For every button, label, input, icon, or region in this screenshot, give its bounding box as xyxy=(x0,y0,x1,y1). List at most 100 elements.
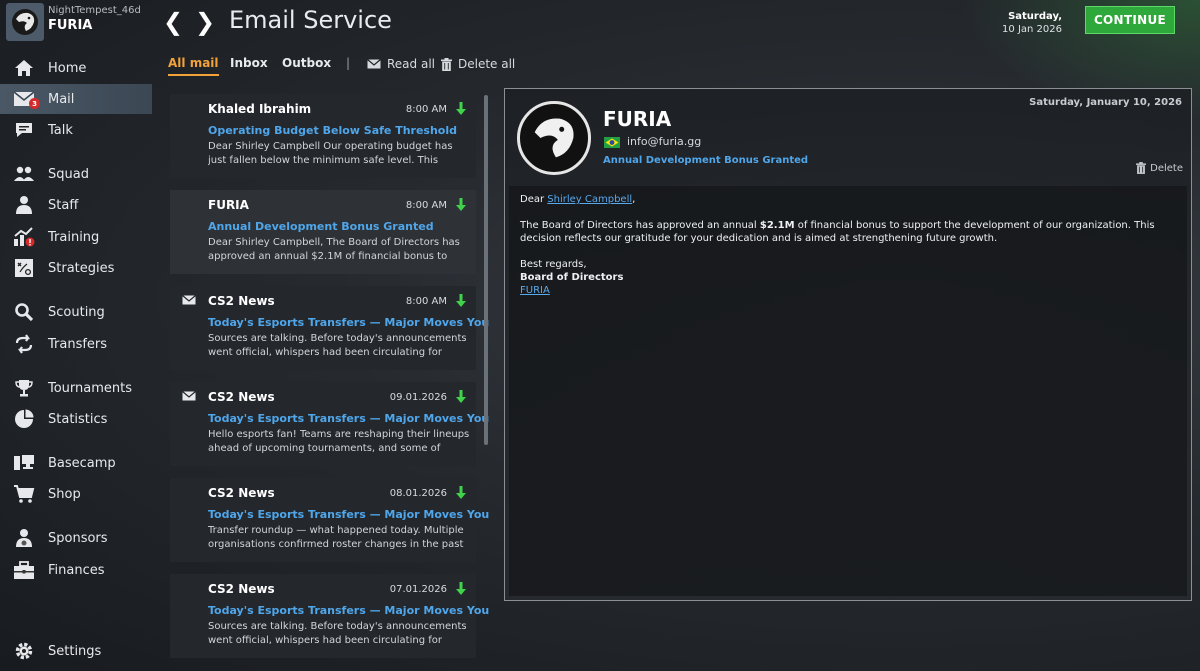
sidebar-item-home[interactable]: Home xyxy=(0,53,152,83)
mail-item[interactable]: CS2 News 07.01.2026 Today's Esports Tran… xyxy=(170,574,489,658)
delete-label: Delete xyxy=(1150,162,1183,174)
sidebar-item-basecamp[interactable]: Basecamp xyxy=(0,448,152,478)
trash-icon xyxy=(441,57,452,71)
gear-icon xyxy=(13,640,35,662)
squad-icon xyxy=(13,163,35,185)
delete-all-label: Delete all xyxy=(458,57,516,71)
sidebar-item-mail[interactable]: 3 Mail xyxy=(0,84,152,114)
mail-preview: Transfer roundup — what happened today. … xyxy=(208,525,464,550)
mail-subject: Today's Esports Transfers — Major Moves … xyxy=(208,604,490,617)
reader-date: Saturday, January 10, 2026 xyxy=(1029,97,1182,108)
mail-item[interactable]: CS2 News 08.01.2026 Today's Esports Tran… xyxy=(170,478,489,562)
sidebar-item-settings[interactable]: Settings xyxy=(0,636,152,666)
sidebar-item-squad[interactable]: Squad xyxy=(0,159,152,189)
brazil-flag-icon xyxy=(604,137,620,148)
game-date-full: 10 Jan 2026 xyxy=(1002,24,1062,35)
sidebar-item-strategies[interactable]: Strategies xyxy=(0,253,152,283)
sidebar-item-talk[interactable]: Talk xyxy=(0,115,152,145)
strategy-board-icon xyxy=(13,257,35,279)
cart-icon xyxy=(13,483,35,505)
mail-reader: FURIA info@furia.gg Annual Development B… xyxy=(504,88,1192,601)
mail-time: 8:00 AM xyxy=(405,296,447,307)
sidebar-item-staff[interactable]: Staff xyxy=(0,190,152,220)
mail-time: 8:00 AM xyxy=(405,200,447,211)
forward-arrow-icon[interactable]: ❯ xyxy=(195,8,215,36)
sidebar-item-tournaments[interactable]: Tournaments xyxy=(0,373,152,403)
trash-icon xyxy=(1136,162,1147,174)
club-logo[interactable] xyxy=(6,3,44,41)
sidebar-item-label: Mail xyxy=(48,91,75,107)
home-icon xyxy=(13,57,35,79)
recipient-link[interactable]: Shirley Campbell xyxy=(547,194,632,205)
delete-all-button[interactable]: Delete all xyxy=(441,57,515,71)
delete-button[interactable]: Delete xyxy=(1136,162,1183,174)
mail-time: 8:00 AM xyxy=(405,104,447,115)
trophy-icon xyxy=(13,377,35,399)
unread-arrow-icon xyxy=(456,102,466,115)
sidebar-item-label: Finances xyxy=(48,562,105,578)
mail-subject: Today's Esports Transfers — Major Moves … xyxy=(208,508,490,521)
signature-link[interactable]: FURIA xyxy=(520,284,1176,297)
tab-outbox[interactable]: Outbox xyxy=(282,56,331,70)
sidebar-item-label: Strategies xyxy=(48,260,115,276)
body-before: The Board of Directors has approved an a… xyxy=(520,220,760,231)
back-arrow-icon[interactable]: ❮ xyxy=(163,8,183,36)
briefcase-icon xyxy=(13,559,35,581)
mail-sender: Khaled Ibrahim xyxy=(208,102,312,116)
sidebar-item-transfers[interactable]: Transfers xyxy=(0,329,152,359)
tab-inbox[interactable]: Inbox xyxy=(230,56,268,70)
mail-sender: CS2 News xyxy=(208,390,275,404)
mail-subject: Today's Esports Transfers — Major Moves … xyxy=(208,316,490,329)
signature-title: Board of Directors xyxy=(520,272,624,283)
tab-separator: | xyxy=(346,56,351,70)
mail-item[interactable]: CS2 News 8:00 AM Today's Esports Transfe… xyxy=(170,286,489,370)
mail-time: 07.01.2026 xyxy=(389,584,447,595)
pie-chart-icon xyxy=(13,408,35,430)
mail-preview: Hello esports fan! Teams are reshaping t… xyxy=(208,429,470,454)
reader-subject: Annual Development Bonus Granted xyxy=(603,155,809,166)
sidebar-item-label: Statistics xyxy=(48,411,108,427)
read-all-button[interactable]: Read all xyxy=(367,57,435,71)
sidebar-item-label: Home xyxy=(48,60,87,76)
mail-sender: CS2 News xyxy=(208,294,275,308)
tab-all-mail[interactable]: All mail xyxy=(168,56,219,76)
mail-time: 09.01.2026 xyxy=(389,392,447,403)
sidebar-item-training[interactable]: Training xyxy=(0,222,152,252)
reader-sender: FURIA xyxy=(603,107,672,131)
sidebar-item-label: Sponsors xyxy=(48,530,108,546)
sponsor-icon xyxy=(13,527,35,549)
sidebar-item-shop[interactable]: Shop xyxy=(0,479,152,509)
sidebar: Home 3 Mail Talk Squad Staff Training St… xyxy=(0,52,152,671)
sidebar-item-finances[interactable]: Finances xyxy=(0,555,152,585)
sidebar-item-statistics[interactable]: Statistics xyxy=(0,404,152,434)
staff-icon xyxy=(13,194,35,216)
sidebar-item-label: Training xyxy=(48,229,100,245)
sidebar-item-label: Staff xyxy=(48,197,79,213)
sidebar-item-sponsors[interactable]: Sponsors xyxy=(0,523,152,553)
mail-preview: Sources are talking. Before today's anno… xyxy=(208,621,467,646)
greeting-prefix: Dear xyxy=(520,194,548,205)
chat-icon xyxy=(13,119,35,141)
sidebar-item-label: Talk xyxy=(48,122,73,138)
magnifier-icon xyxy=(13,301,35,323)
mail-list-scrollbar[interactable] xyxy=(484,95,488,445)
mail-item[interactable]: FURIA 8:00 AM Annual Development Bonus G… xyxy=(170,190,476,274)
game-date: Saturday, 10 Jan 2026 xyxy=(1002,10,1062,36)
mail-item[interactable]: CS2 News 09.01.2026 Today's Esports Tran… xyxy=(170,382,489,466)
mail-sender: FURIA xyxy=(208,198,249,212)
page-title: Email Service xyxy=(229,6,392,34)
continue-button[interactable]: CONTINUE xyxy=(1085,6,1175,34)
sidebar-item-scouting[interactable]: Scouting xyxy=(0,297,152,327)
top-bar: NightTempest_46d FURIA ❮ ❯ Email Service… xyxy=(0,0,1200,44)
panther-logo-icon xyxy=(12,9,38,35)
sidebar-item-label: Settings xyxy=(48,643,102,659)
unread-arrow-icon xyxy=(456,198,466,211)
mail-preview: Sources are talking. Before today's anno… xyxy=(208,333,467,358)
envelope-icon xyxy=(182,295,196,305)
mail-item[interactable]: Khaled Ibrahim 8:00 AM Operating Budget … xyxy=(170,94,476,178)
mail-sender: CS2 News xyxy=(208,582,275,596)
greeting-suffix: , xyxy=(632,194,636,205)
sidebar-item-label: Transfers xyxy=(48,336,108,352)
computers-icon xyxy=(13,452,35,474)
training-icon xyxy=(13,226,35,248)
